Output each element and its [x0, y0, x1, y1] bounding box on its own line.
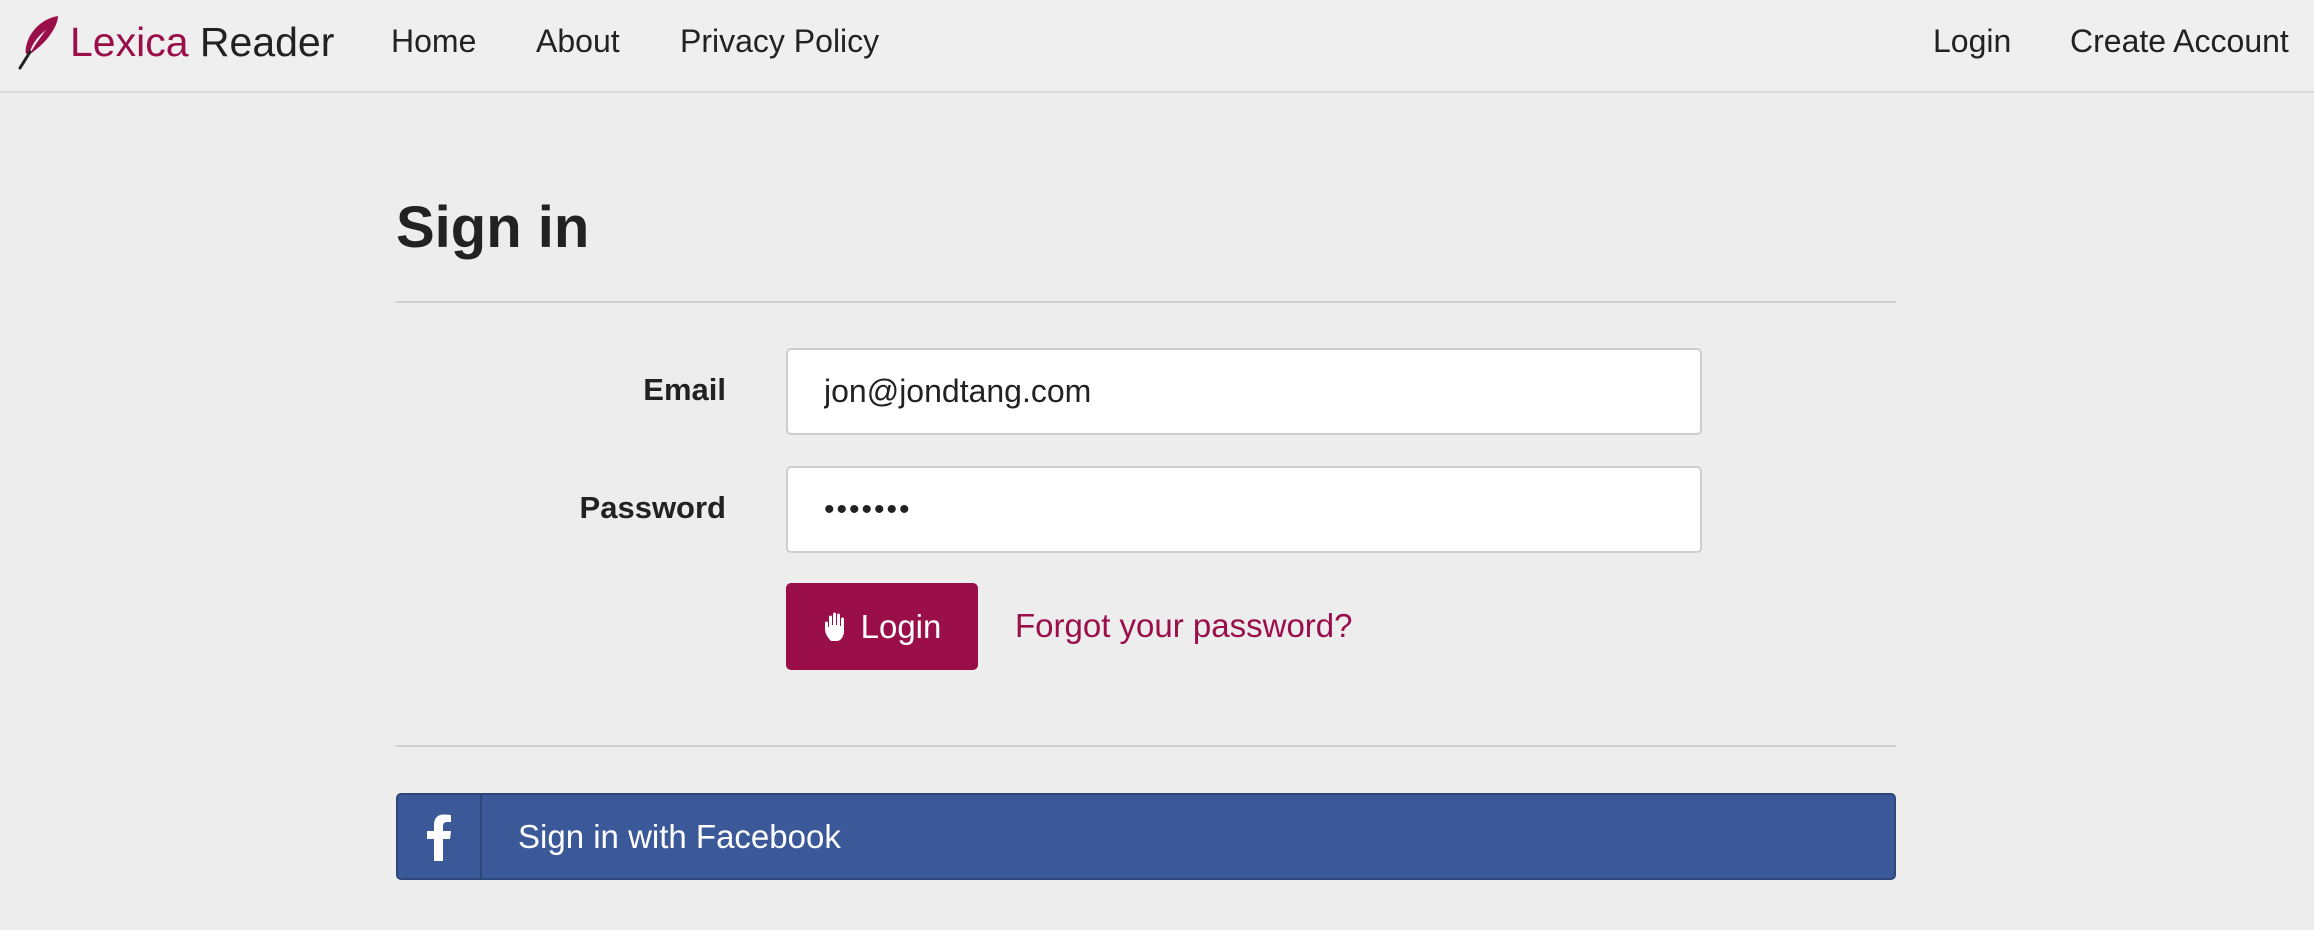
- nav-login[interactable]: Login: [1933, 20, 2011, 62]
- password-field[interactable]: •••••••: [786, 466, 1702, 553]
- nav-home[interactable]: Home: [391, 20, 476, 62]
- nav-about[interactable]: About: [536, 20, 620, 62]
- forgot-password-link[interactable]: Forgot your password?: [1015, 605, 1353, 647]
- divider-bottom: [396, 745, 1896, 747]
- brand-name-accent: Lexica: [70, 18, 189, 65]
- nav-create-account[interactable]: Create Account: [2070, 20, 2289, 62]
- brand-logo-link[interactable]: Lexica Reader: [16, 12, 334, 72]
- nav-privacy-policy[interactable]: Privacy Policy: [680, 20, 879, 62]
- login-button-label: Login: [860, 607, 942, 645]
- quill-icon: [18, 16, 58, 70]
- facebook-icon-box: [398, 794, 482, 879]
- divider-top: [396, 301, 1896, 303]
- facebook-signin-button[interactable]: Sign in with Facebook: [396, 793, 1896, 880]
- top-navbar: Lexica Reader Home About Privacy Policy …: [0, 0, 2314, 93]
- page-title: Sign in: [396, 195, 590, 260]
- facebook-signin-label: Sign in with Facebook: [518, 817, 841, 855]
- brand-name: Lexica Reader: [70, 19, 334, 66]
- password-label: Password: [579, 490, 726, 525]
- facebook-icon: [427, 814, 451, 861]
- email-field[interactable]: [786, 348, 1702, 435]
- login-button[interactable]: Login: [786, 583, 978, 670]
- hand-icon: [824, 612, 844, 641]
- email-label: Email: [643, 372, 726, 407]
- brand-name-plain: Reader: [188, 18, 335, 65]
